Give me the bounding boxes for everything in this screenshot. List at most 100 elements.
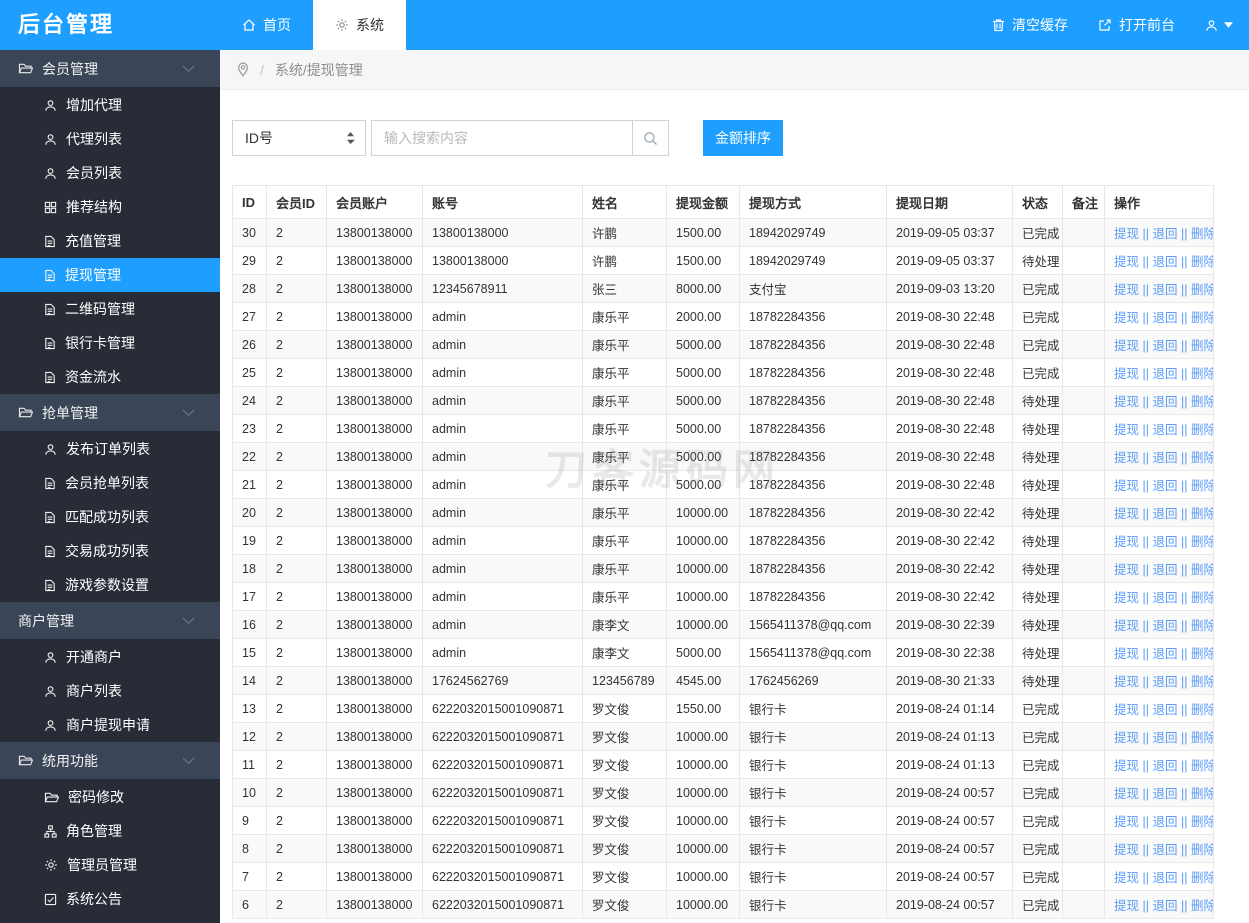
search-field-select[interactable]: ID号 [232,120,366,156]
sidebar-item-recharge-management[interactable]: 充值管理 [0,224,220,258]
action-delete-link[interactable]: 删除 [1191,647,1214,661]
sidebar-item-admin-management[interactable]: 管理员管理 [0,848,220,882]
action-return-link[interactable]: 退回 [1152,255,1177,269]
action-delete-link[interactable]: 删除 [1191,507,1214,521]
action-return-link[interactable]: 退回 [1152,647,1177,661]
action-return-link[interactable]: 退回 [1152,591,1177,605]
sidebar-section-common-functions[interactable]: 统用功能 [0,742,220,780]
tab-system[interactable]: 系统 [313,0,406,50]
action-delete-link[interactable]: 删除 [1191,479,1214,493]
action-withdraw-link[interactable]: 提现 [1114,423,1139,437]
action-return-link[interactable]: 退回 [1152,731,1177,745]
action-return-link[interactable]: 退回 [1152,787,1177,801]
action-return-link[interactable]: 退回 [1152,283,1177,297]
action-withdraw-link[interactable]: 提现 [1114,395,1139,409]
action-return-link[interactable]: 退回 [1152,339,1177,353]
action-withdraw-link[interactable]: 提现 [1114,703,1139,717]
action-return-link[interactable]: 退回 [1152,367,1177,381]
action-withdraw-link[interactable]: 提现 [1114,787,1139,801]
action-withdraw-link[interactable]: 提现 [1114,647,1139,661]
sidebar-item-bankcard-management[interactable]: 银行卡管理 [0,326,220,360]
action-return-link[interactable]: 退回 [1152,619,1177,633]
tab-home[interactable]: 首页 [220,0,313,50]
action-delete-link[interactable]: 删除 [1191,339,1214,353]
user-menu[interactable] [1205,19,1233,32]
action-delete-link[interactable]: 删除 [1191,367,1214,381]
action-return-link[interactable]: 退回 [1152,395,1177,409]
action-withdraw-link[interactable]: 提现 [1114,843,1139,857]
action-withdraw-link[interactable]: 提现 [1114,899,1139,913]
sidebar-item-fund-flow[interactable]: 资金流水 [0,360,220,394]
action-withdraw-link[interactable]: 提现 [1114,871,1139,885]
action-delete-link[interactable]: 删除 [1191,703,1214,717]
sidebar-item-open-merchant[interactable]: 开通商户 [0,640,220,674]
action-delete-link[interactable]: 删除 [1191,843,1214,857]
action-withdraw-link[interactable]: 提现 [1114,535,1139,549]
action-return-link[interactable]: 退回 [1152,451,1177,465]
sidebar-item-system-announcement[interactable]: 系统公告 [0,882,220,916]
sidebar-item-referral-structure[interactable]: 推荐结构 [0,190,220,224]
action-delete-link[interactable]: 删除 [1191,227,1214,241]
action-delete-link[interactable]: 删除 [1191,787,1214,801]
action-withdraw-link[interactable]: 提现 [1114,283,1139,297]
action-delete-link[interactable]: 删除 [1191,395,1214,409]
action-return-link[interactable]: 退回 [1152,703,1177,717]
sidebar-section-merchant-management[interactable]: 商户管理 [0,602,220,640]
sidebar-item-agent-list[interactable]: 代理列表 [0,122,220,156]
sidebar-item-member-list[interactable]: 会员列表 [0,156,220,190]
sidebar-item-qrcode-management[interactable]: 二维码管理 [0,292,220,326]
action-withdraw-link[interactable]: 提现 [1114,367,1139,381]
action-withdraw-link[interactable]: 提现 [1114,731,1139,745]
action-delete-link[interactable]: 删除 [1191,311,1214,325]
action-delete-link[interactable]: 删除 [1191,871,1214,885]
sidebar-item-merchant-withdraw-apply[interactable]: 商户提现申请 [0,708,220,742]
action-return-link[interactable]: 退回 [1152,535,1177,549]
action-withdraw-link[interactable]: 提现 [1114,591,1139,605]
action-withdraw-link[interactable]: 提现 [1114,311,1139,325]
action-delete-link[interactable]: 删除 [1191,255,1214,269]
action-return-link[interactable]: 退回 [1152,815,1177,829]
action-withdraw-link[interactable]: 提现 [1114,227,1139,241]
action-return-link[interactable]: 退回 [1152,479,1177,493]
action-withdraw-link[interactable]: 提现 [1114,563,1139,577]
action-withdraw-link[interactable]: 提现 [1114,507,1139,521]
action-delete-link[interactable]: 删除 [1191,563,1214,577]
action-delete-link[interactable]: 删除 [1191,591,1214,605]
action-withdraw-link[interactable]: 提现 [1114,479,1139,493]
clear-cache-button[interactable]: 清空缓存 [992,15,1068,35]
action-delete-link[interactable]: 删除 [1191,451,1214,465]
action-return-link[interactable]: 退回 [1152,563,1177,577]
action-delete-link[interactable]: 删除 [1191,899,1214,913]
search-input[interactable] [371,120,633,156]
sidebar-item-change-password[interactable]: 密码修改 [0,780,220,814]
action-withdraw-link[interactable]: 提现 [1114,339,1139,353]
action-delete-link[interactable]: 删除 [1191,731,1214,745]
action-withdraw-link[interactable]: 提现 [1114,255,1139,269]
action-return-link[interactable]: 退回 [1152,759,1177,773]
action-return-link[interactable]: 退回 [1152,675,1177,689]
action-delete-link[interactable]: 删除 [1191,283,1214,297]
search-button[interactable] [633,120,669,156]
action-return-link[interactable]: 退回 [1152,899,1177,913]
action-return-link[interactable]: 退回 [1152,311,1177,325]
action-delete-link[interactable]: 删除 [1191,535,1214,549]
sidebar-section-grab-order-management[interactable]: 抢单管理 [0,394,220,432]
sidebar-item-role-management[interactable]: 角色管理 [0,814,220,848]
sidebar-item-withdraw-management[interactable]: 提现管理 [0,258,220,292]
action-delete-link[interactable]: 删除 [1191,759,1214,773]
amount-sort-button[interactable]: 金额排序 [703,120,783,156]
action-return-link[interactable]: 退回 [1152,871,1177,885]
sidebar-item-member-grab-list[interactable]: 会员抢单列表 [0,466,220,500]
sidebar-item-add-agent[interactable]: 增加代理 [0,88,220,122]
sidebar-item-publish-order-list[interactable]: 发布订单列表 [0,432,220,466]
action-withdraw-link[interactable]: 提现 [1114,759,1139,773]
action-withdraw-link[interactable]: 提现 [1114,815,1139,829]
action-withdraw-link[interactable]: 提现 [1114,619,1139,633]
action-delete-link[interactable]: 删除 [1191,619,1214,633]
action-delete-link[interactable]: 删除 [1191,423,1214,437]
action-return-link[interactable]: 退回 [1152,227,1177,241]
action-withdraw-link[interactable]: 提现 [1114,451,1139,465]
sidebar-item-merchant-list[interactable]: 商户列表 [0,674,220,708]
sidebar-item-match-success-list[interactable]: 匹配成功列表 [0,500,220,534]
action-return-link[interactable]: 退回 [1152,423,1177,437]
